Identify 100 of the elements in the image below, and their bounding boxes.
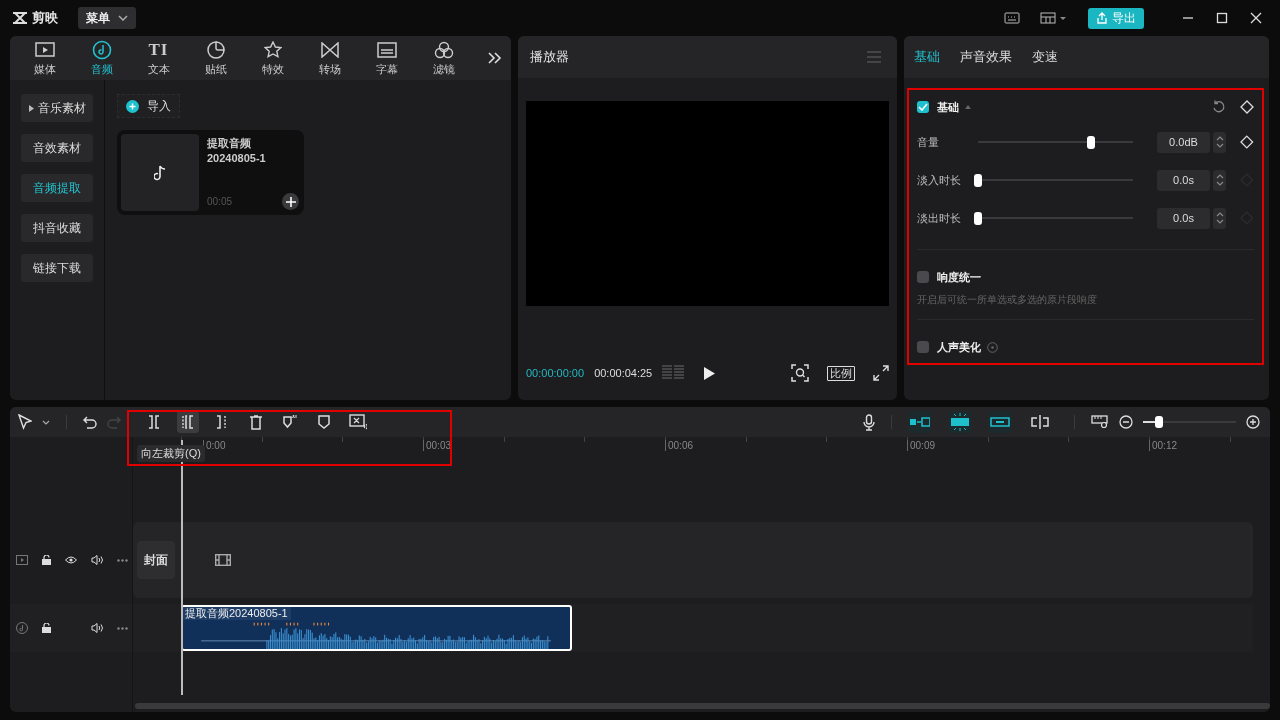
section-title: 人声美化 [937,339,981,355]
film-icon [215,554,231,566]
sidebar-item[interactable]: 音乐素材 [21,94,93,122]
keyboard-icon[interactable] [1004,12,1020,24]
music-note-icon [154,164,166,181]
section-title: 基础 [937,99,959,115]
microphone-icon[interactable] [863,413,875,431]
trim-right-icon [215,415,229,429]
add-button[interactable] [282,193,299,210]
trim-left-button[interactable] [177,411,199,433]
ruler-search-icon[interactable] [1091,415,1109,429]
auto-snap-toggle[interactable] [948,411,972,433]
slider-thumb[interactable] [1087,135,1096,149]
lock-icon[interactable] [42,555,51,565]
trash-icon [249,414,263,430]
sidebar-item[interactable]: 音频提取 [21,174,93,202]
undo-icon[interactable] [83,415,97,429]
media-tab[interactable]: 特效 [244,39,301,77]
zoom-out-icon[interactable] [1119,415,1133,429]
ruler-label: 00:06 [665,440,694,451]
media-tab[interactable]: 媒体 [16,39,73,77]
up-down-icon [1215,210,1224,226]
stepper[interactable] [1212,131,1227,153]
sticker-icon [206,39,225,60]
cursor-icon[interactable] [18,414,32,430]
more-tabs-icon[interactable] [488,52,502,64]
logo-icon [12,12,28,24]
trim-left-icon [181,415,195,429]
import-button[interactable]: 导入 [117,94,180,118]
slider-label: 淡出时长 [917,210,962,226]
media-tab[interactable]: 音频 [73,39,130,77]
maximize-icon[interactable] [1216,12,1228,24]
asset-title: 提取音频 [207,136,252,151]
ai-marker-icon [282,414,298,430]
cover-button[interactable]: 封面 [137,541,175,579]
slider-thumb[interactable] [973,211,982,225]
upload-icon [1096,12,1108,24]
ratio-button[interactable]: 比例 [827,365,855,381]
checkbox[interactable] [917,101,929,113]
inspector-tab[interactable]: 变速 [1032,48,1058,66]
more-icon[interactable] [117,626,128,630]
speaker-icon[interactable] [91,623,103,633]
zoom-frame-icon[interactable] [791,364,809,382]
value-field[interactable]: 0.0dB [1157,131,1210,153]
ruler-label: 00:03 [423,440,452,451]
axis-icon [1031,415,1049,429]
play-icon[interactable] [704,366,716,380]
more-icon[interactable] [117,558,128,562]
media-tab[interactable]: 滤镜 [415,39,472,77]
media-tab[interactable]: 字幕 [358,39,415,77]
play-screen-icon [34,39,55,60]
app-name: 剪映 [32,9,58,27]
panel-title: 播放器 [530,48,569,66]
snap-icon [950,413,970,431]
speaker-icon[interactable] [91,555,103,565]
menu-button[interactable]: 菜单 [78,7,136,29]
sidebar-item[interactable]: 音效素材 [21,134,93,162]
current-time: 00:00:00:00 [526,367,585,379]
slider-label: 淡入时长 [917,172,962,188]
total-time: 00:00:04:25 [594,367,653,379]
media-tab[interactable]: 贴纸 [187,39,244,77]
section-title: 响度统一 [937,269,981,285]
stepper[interactable] [1212,207,1227,229]
checkbox[interactable] [917,341,929,353]
value-field[interactable]: 0.0s [1157,207,1210,229]
scrollbar[interactable] [135,703,1270,709]
sidebar-item[interactable]: 链接下载 [21,254,93,282]
slider-thumb[interactable] [973,173,982,187]
lock-icon[interactable] [42,623,51,633]
reset-icon[interactable] [1212,100,1226,114]
asset-subtitle: 20240805-1 [207,151,266,166]
up-down-icon [1215,172,1224,188]
value-field[interactable]: 0.0s [1157,169,1210,191]
zoom-in-icon[interactable] [1246,415,1260,429]
magnet-track-icon [910,417,930,427]
sidebar-item[interactable]: 抖音收藏 [21,214,93,242]
main-track-magnet-toggle[interactable] [908,411,932,433]
linkage-toggle[interactable] [988,411,1012,433]
plus-icon [285,196,296,207]
music-note-icon [91,39,112,60]
collapse-icon[interactable] [965,105,971,109]
text-icon: TI [148,39,169,60]
caret-icon[interactable] [42,419,50,425]
marker-icon [318,415,330,429]
ruler-label: 00:09 [907,440,936,451]
layout-icon[interactable] [1040,12,1068,24]
zoom-thumb[interactable] [1154,416,1163,428]
close-icon[interactable] [1250,12,1262,24]
media-tab[interactable]: TI 文本 [130,39,187,77]
caret-icon [118,15,128,21]
eye-icon[interactable] [65,556,77,564]
stepper[interactable] [1212,169,1227,191]
audio-clip[interactable]: 提取音频20240805-1 [181,605,572,651]
checkbox[interactable] [917,271,929,283]
inspector-tab[interactable]: 基础 [914,48,940,66]
inspector-tab[interactable]: 声音效果 [960,48,1012,66]
media-tab[interactable]: 转场 [301,39,358,77]
link-icon [990,417,1010,427]
audio-asset-card[interactable]: 提取音频 20240805-1 00:05 [117,130,304,215]
fullscreen-icon[interactable] [873,365,889,381]
